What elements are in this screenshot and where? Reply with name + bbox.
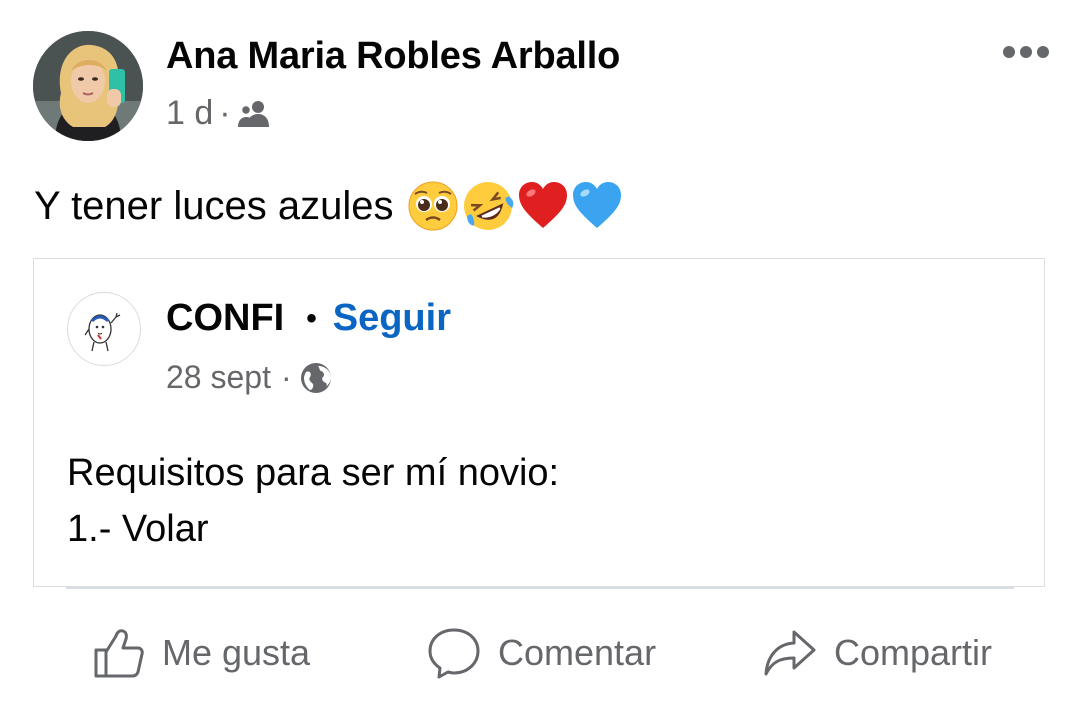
thumbs-up-icon xyxy=(94,629,144,678)
author-name[interactable]: Ana Maria Robles Arballo xyxy=(166,35,620,78)
shared-post-text: Requisitos para ser mí novio: 1.- Volar xyxy=(67,445,559,557)
share-button[interactable]: Compartir xyxy=(762,618,992,688)
friends-icon xyxy=(237,100,269,127)
page-logo xyxy=(84,312,121,352)
globe-icon xyxy=(300,362,331,393)
author-avatar[interactable] xyxy=(33,31,143,141)
comment-icon xyxy=(428,628,480,679)
pleading-face-emoji xyxy=(408,181,458,231)
follow-button[interactable]: Seguir xyxy=(333,297,451,340)
actions-divider xyxy=(66,587,1014,589)
share-icon xyxy=(764,630,816,676)
shared-post-line-1: Requisitos para ser mí novio: xyxy=(67,452,560,494)
shared-post-timestamp[interactable]: 28 sept xyxy=(166,359,271,396)
meta-separator: · xyxy=(219,94,231,132)
shared-post-card[interactable]: CONFI • Seguir 28 sept · Requisitos para… xyxy=(33,258,1045,587)
post-timestamp[interactable]: 1 d xyxy=(166,94,213,133)
shared-post-line-2: 1.- Volar xyxy=(67,508,209,550)
comment-label: Comentar xyxy=(498,632,657,673)
page-name[interactable]: CONFI xyxy=(166,297,284,340)
more-horizontal-icon xyxy=(1003,46,1049,58)
red-heart-emoji xyxy=(519,182,568,228)
share-label: Compartir xyxy=(834,632,993,673)
like-label: Me gusta xyxy=(162,632,311,673)
page-name-separator: • xyxy=(306,301,317,335)
comment-button[interactable]: Comentar xyxy=(426,618,656,688)
post-text-content: Y tener luces azules xyxy=(34,183,394,228)
post-text: Y tener luces azules xyxy=(34,180,623,232)
page-header: CONFI • Seguir xyxy=(166,297,451,340)
emoji-group xyxy=(407,180,623,232)
shared-post-meta: 28 sept · xyxy=(166,359,332,396)
rolling-on-floor-laughing-emoji xyxy=(464,182,514,230)
page-avatar[interactable] xyxy=(67,292,141,366)
post-meta: 1 d · xyxy=(166,94,271,133)
like-button[interactable]: Me gusta xyxy=(92,618,310,688)
blue-heart-emoji xyxy=(573,182,622,228)
more-options-button[interactable] xyxy=(998,34,1054,70)
shared-meta-separator: · xyxy=(280,359,292,395)
author-photo xyxy=(33,31,143,141)
post-action-bar: Me gusta Comentar Compartir xyxy=(0,618,1080,688)
